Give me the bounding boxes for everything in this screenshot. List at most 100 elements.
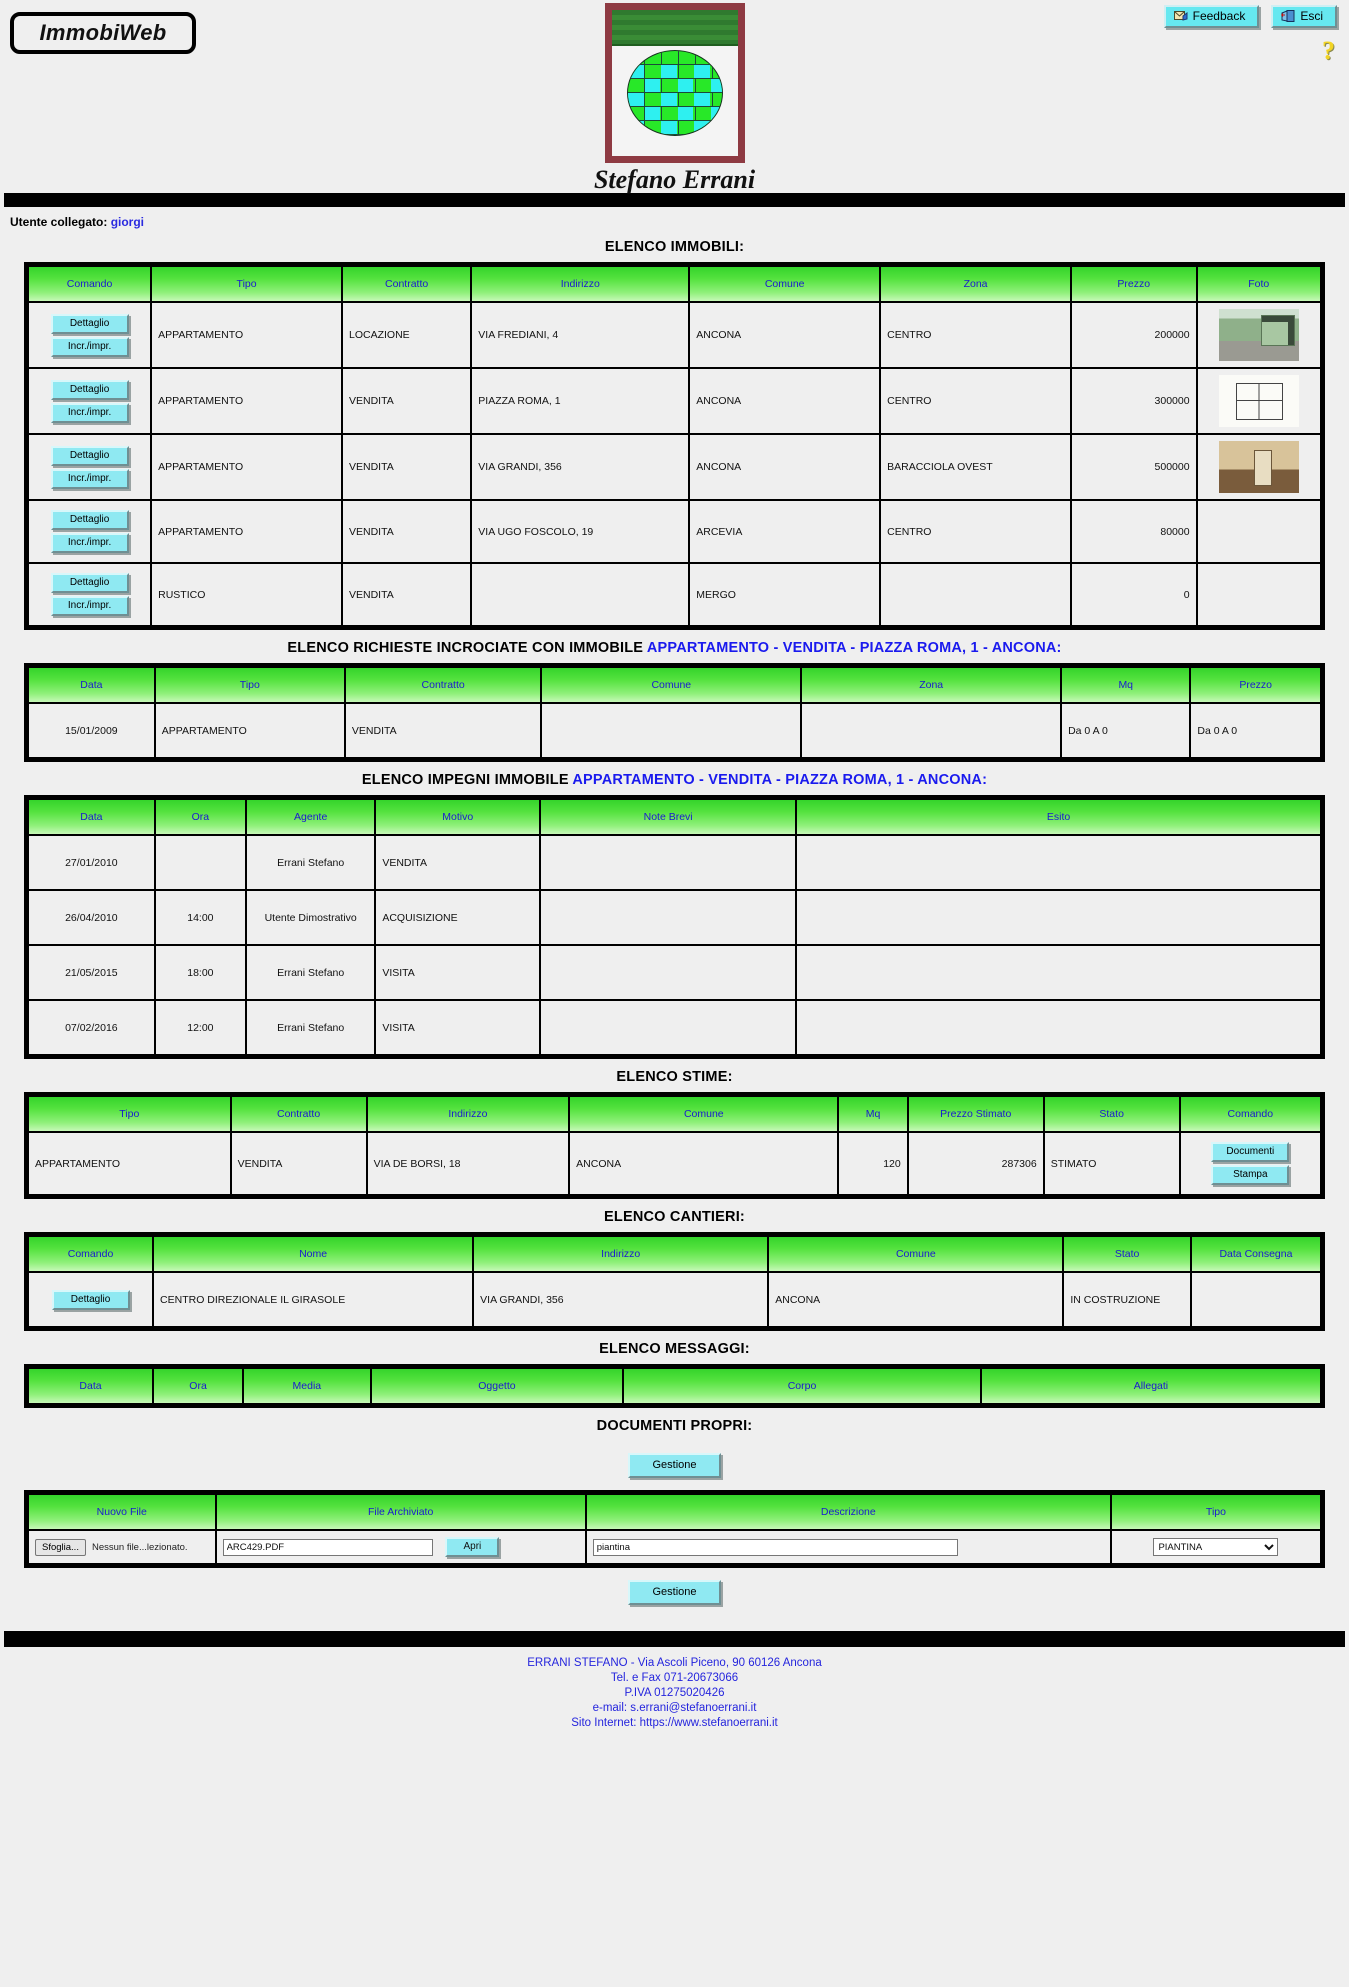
help-icon[interactable]: ?	[1322, 38, 1335, 64]
cell-descrizione	[584, 1529, 1112, 1565]
col-stato: Stato	[1042, 1095, 1181, 1133]
cell-esito	[795, 944, 1322, 1001]
messaggi-table-wrap: Data Ora Media Oggetto Corpo Allegati	[24, 1364, 1325, 1408]
gestione-bottom-button[interactable]: Gestione	[628, 1580, 721, 1605]
table-row: Dettaglio Incr./impr. APPARTAMENTO VENDI…	[26, 499, 1323, 564]
cell-contratto: VENDITA	[229, 1131, 368, 1196]
gestione-top-button[interactable]: Gestione	[628, 1453, 721, 1478]
logged-user-label: Utente collegato:	[10, 215, 108, 229]
stime-title: ELENCO STIME:	[616, 1069, 733, 1085]
tipo-select[interactable]: PIANTINA	[1153, 1538, 1279, 1556]
col-indirizzo: Indirizzo	[365, 1095, 571, 1133]
exit-door-icon	[1281, 10, 1295, 22]
cell-contratto: VENDITA	[340, 499, 473, 564]
esci-button[interactable]: Esci	[1271, 5, 1337, 28]
cell-indirizzo: VIA DE BORSI, 18	[365, 1131, 571, 1196]
feedback-button[interactable]: Feedback	[1163, 5, 1260, 28]
col-data: Data	[26, 1367, 155, 1405]
footer-email[interactable]: e-mail: s.errani@stefanoerrani.it	[0, 1701, 1349, 1716]
cell-esito	[795, 999, 1322, 1056]
col-comune: Comune	[767, 1235, 1065, 1273]
cell-tipo: RUSTICO	[150, 562, 343, 627]
col-descrizione: Descrizione	[584, 1493, 1112, 1531]
cell-agente: Errani Stefano	[245, 999, 377, 1056]
row-commands: Dettaglio Incr./impr.	[26, 499, 153, 564]
col-tipo: Tipo	[27, 1095, 232, 1133]
apri-button[interactable]: Apri	[445, 1537, 500, 1557]
incr-impr-button[interactable]: Incr./impr.	[50, 336, 129, 357]
cantieri-table: Comando Nome Indirizzo Comune Stato Data…	[26, 1235, 1323, 1328]
cell-stato: IN COSTRUZIONE	[1062, 1271, 1192, 1328]
stampa-button[interactable]: Stampa	[1211, 1165, 1290, 1185]
stime-table-wrap: Tipo Contratto Indirizzo Comune Mq Prezz…	[24, 1092, 1325, 1199]
cell-prezzo: Da 0 A 0	[1189, 702, 1322, 759]
dettaglio-button[interactable]: Dettaglio	[50, 313, 129, 334]
cell-zona: CENTRO	[879, 499, 1072, 564]
cell-prezzo-stimato: 287306	[906, 1131, 1045, 1196]
cell-note	[539, 834, 798, 891]
col-esito: Esito	[795, 798, 1322, 836]
immobili-header-row: Comando Tipo Contratto Indirizzo Comune …	[26, 265, 1323, 303]
footer-website[interactable]: Sito Internet: https://www.stefanoerrani…	[0, 1716, 1349, 1731]
cell-indirizzo: VIA UGO FOSCOLO, 19	[470, 499, 691, 564]
cell-indirizzo: VIA GRANDI, 356	[470, 433, 691, 501]
dettaglio-button[interactable]: Dettaglio	[50, 445, 129, 466]
cell-contratto: LOCAZIONE	[340, 301, 473, 369]
cell-note	[539, 944, 798, 1001]
gestione-top-row: Gestione	[0, 1441, 1349, 1490]
cell-data: 27/01/2010	[27, 834, 156, 891]
header-divider-bar	[4, 193, 1345, 207]
floorplan-photo[interactable]	[1218, 375, 1299, 427]
dettaglio-button[interactable]: Dettaglio	[51, 1289, 130, 1310]
building-photo[interactable]	[1218, 309, 1299, 361]
col-mq: Mq	[1060, 666, 1192, 704]
col-comune: Comune	[540, 666, 803, 704]
dettaglio-button[interactable]: Dettaglio	[50, 510, 129, 530]
incr-impr-button[interactable]: Incr./impr.	[50, 468, 129, 489]
col-comune: Comune	[568, 1095, 840, 1133]
documenti-title: DOCUMENTI PROPRI:	[596, 1418, 753, 1434]
row-commands: Documenti Stampa	[1178, 1131, 1323, 1196]
footer-address: ERRANI STEFANO - Via Ascoli Piceno, 90 6…	[527, 1657, 822, 1669]
cell-zona: CENTRO	[879, 367, 1072, 435]
cell-nuovo-file: Sfoglia... Nessun file...lezionato.	[27, 1529, 217, 1565]
col-ora: Ora	[152, 1367, 245, 1405]
col-file-archiviato: File Archiviato	[214, 1493, 587, 1531]
cell-esito	[795, 889, 1322, 946]
interior-photo[interactable]	[1218, 441, 1299, 493]
descrizione-input[interactable]	[592, 1538, 958, 1556]
row-commands: Dettaglio Incr./impr.	[26, 367, 153, 435]
header-actions: Feedback Esci	[1163, 5, 1337, 28]
incr-impr-button[interactable]: Incr./impr.	[50, 402, 129, 423]
documenti-button[interactable]: Documenti	[1211, 1142, 1290, 1162]
table-row: 26/04/2010 14:00 Utente Dimostrativo ACQ…	[27, 889, 1322, 946]
dettaglio-button[interactable]: Dettaglio	[50, 573, 129, 593]
envelope-icon	[1173, 11, 1188, 21]
cell-foto	[1195, 301, 1323, 369]
sfoglia-button[interactable]: Sfoglia...	[35, 1538, 86, 1556]
cell-ora	[153, 834, 248, 891]
cell-nome: CENTRO DIREZIONALE IL GIRASOLE	[152, 1271, 475, 1328]
col-data-consegna: Data Consegna	[1189, 1235, 1323, 1273]
cell-motivo: VISITA	[374, 999, 542, 1056]
dettaglio-button[interactable]: Dettaglio	[50, 379, 129, 400]
messaggi-table: Data Ora Media Oggetto Corpo Allegati	[26, 1367, 1323, 1405]
row-commands: Dettaglio	[26, 1271, 155, 1328]
col-data: Data	[27, 798, 156, 836]
row-commands: Dettaglio Incr./impr.	[26, 562, 153, 627]
table-row: Dettaglio Incr./impr. RUSTICO VENDITA ME…	[26, 562, 1323, 627]
immobili-table-wrap: Comando Tipo Contratto Indirizzo Comune …	[24, 262, 1325, 630]
agency-name: Stefano Errani	[593, 165, 756, 194]
messaggi-title: ELENCO MESSAGGI:	[599, 1341, 750, 1357]
incr-impr-button[interactable]: Incr./impr.	[50, 596, 129, 616]
richieste-table-wrap: Data Tipo Contratto Comune Zona Mq Prezz…	[24, 663, 1325, 762]
cell-contratto: VENDITA	[340, 433, 473, 501]
cell-agente: Utente Dimostrativo	[245, 889, 377, 946]
file-archiviato-input[interactable]	[222, 1538, 433, 1556]
cell-prezzo: 300000	[1069, 367, 1198, 435]
logged-user-name[interactable]: giorgi	[111, 215, 144, 229]
incr-impr-button[interactable]: Incr./impr.	[50, 533, 129, 553]
agency-brand: Stefano Errani	[0, 3, 1349, 195]
cell-tipo: PIANTINA	[1109, 1529, 1323, 1565]
col-corpo: Corpo	[622, 1367, 982, 1405]
